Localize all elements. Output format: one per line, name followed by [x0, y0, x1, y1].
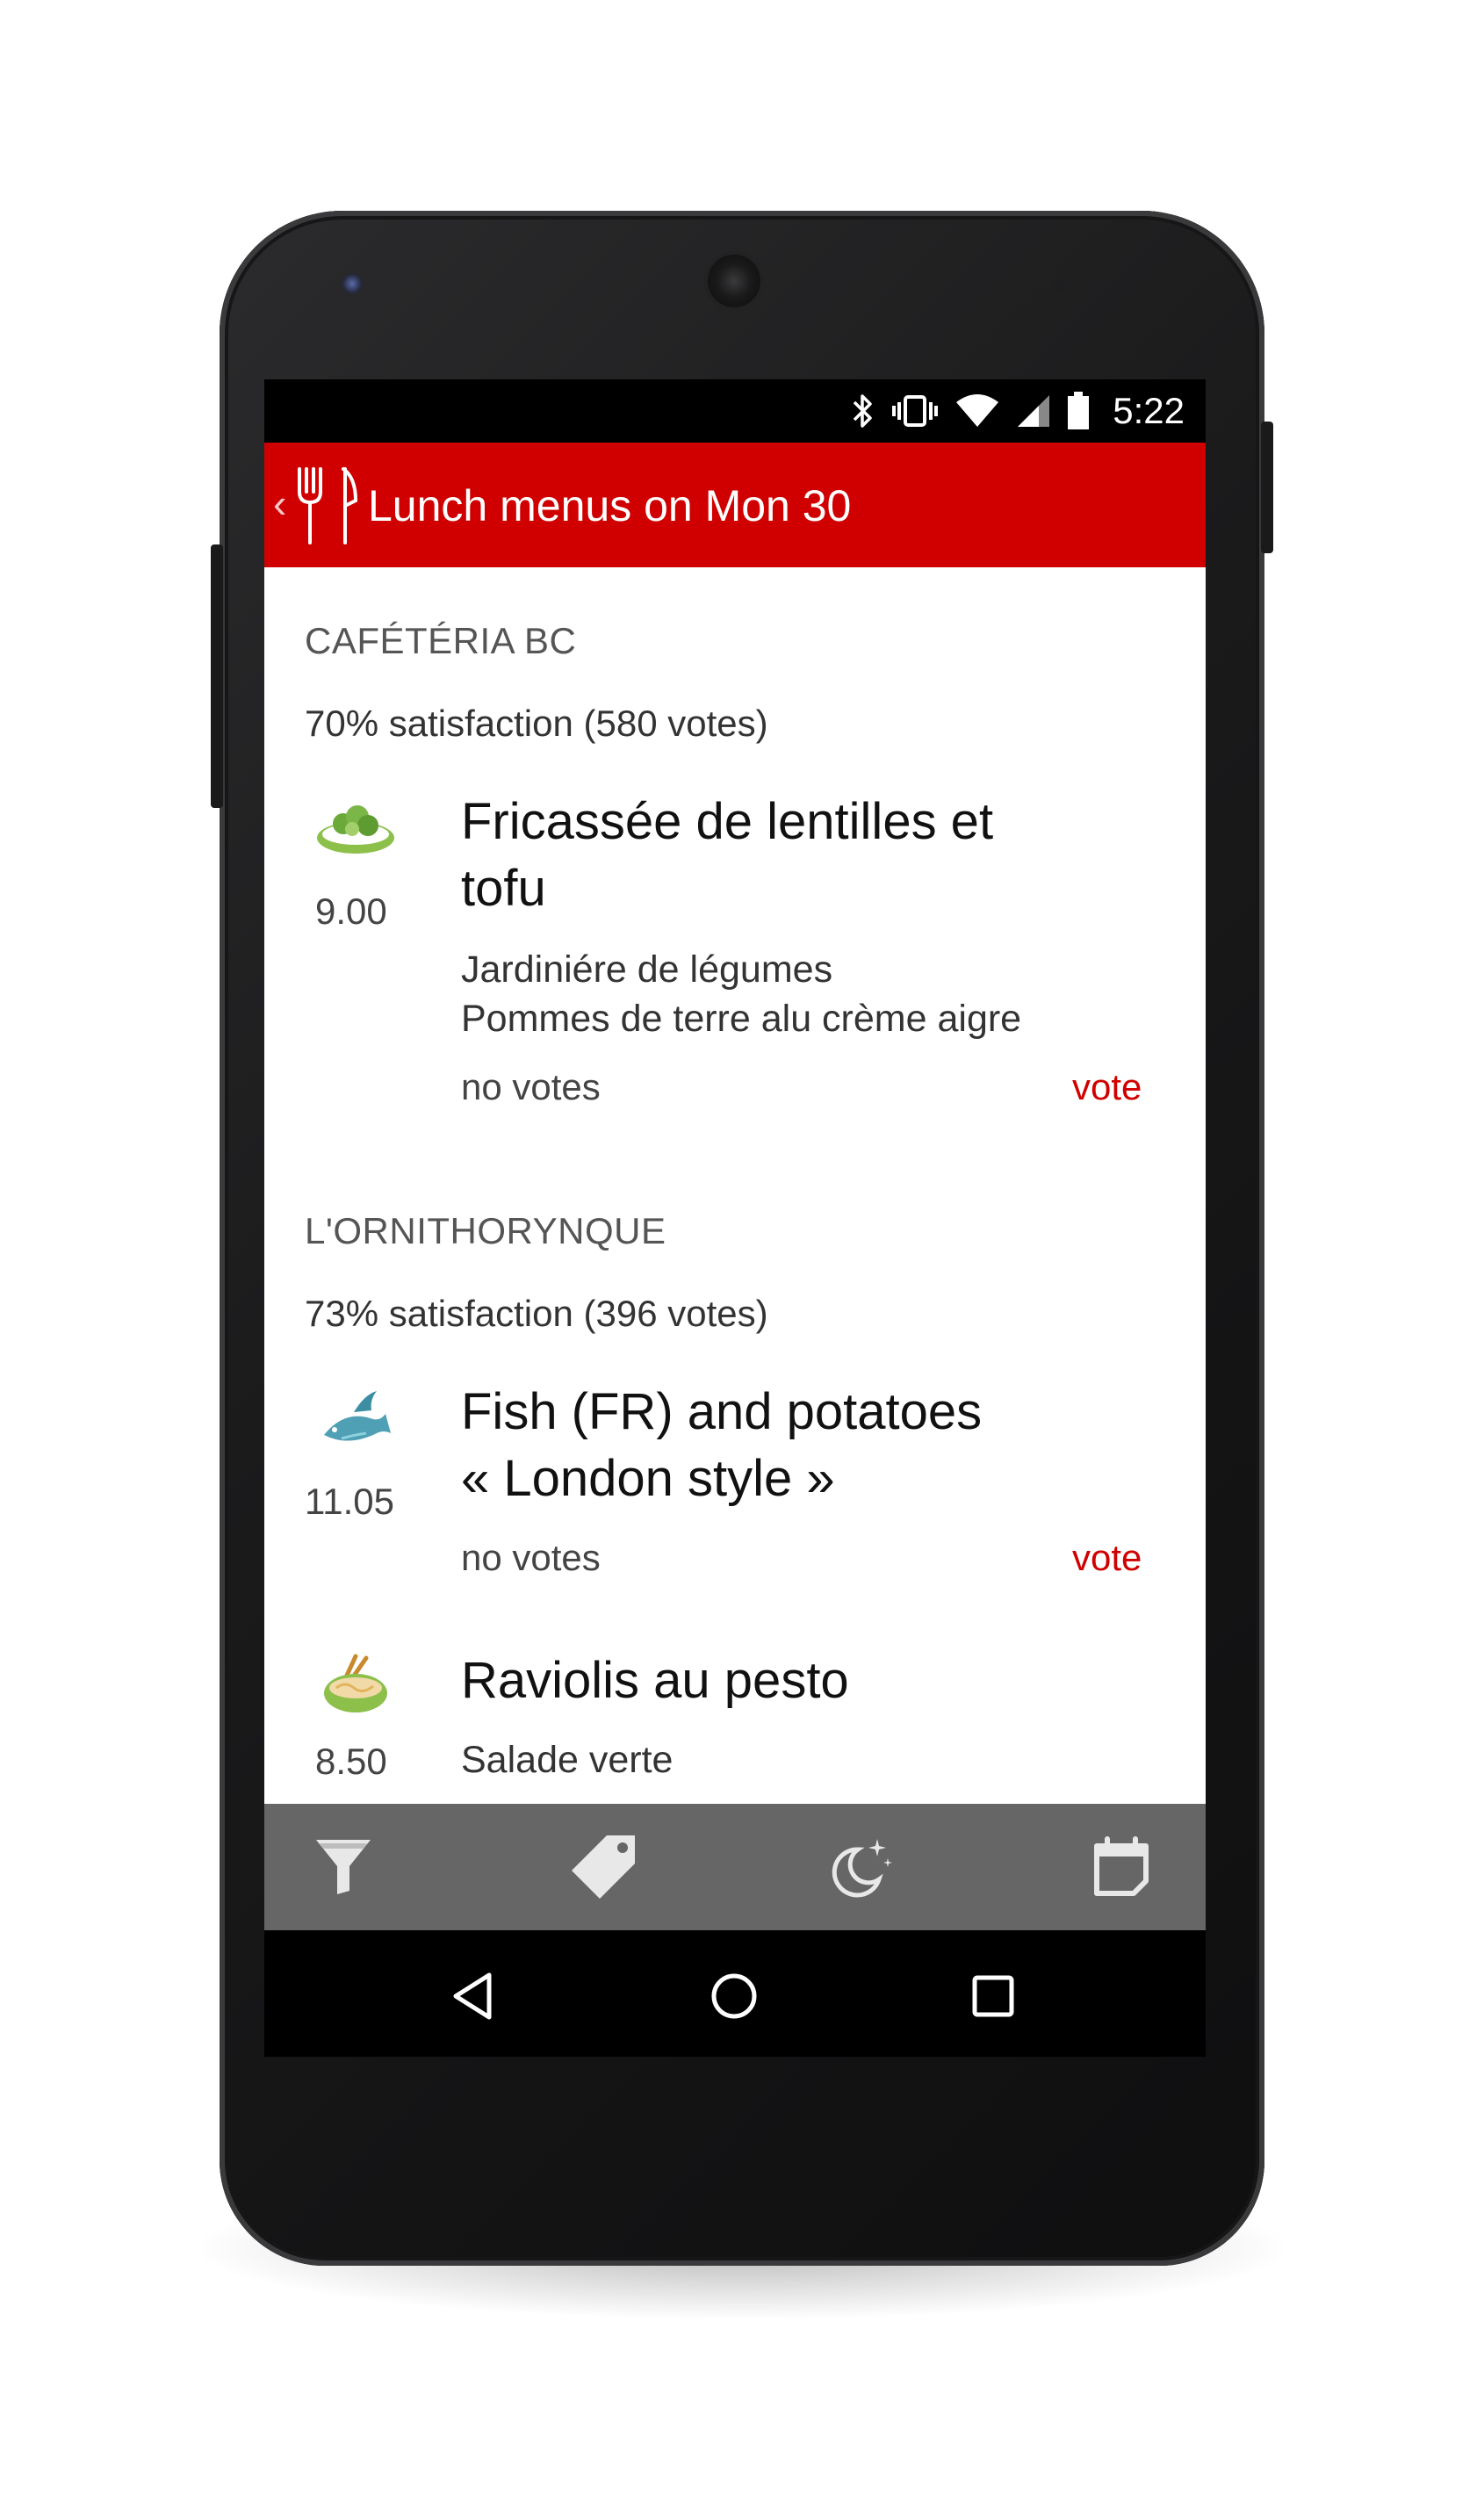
- status-icons: 5:22: [849, 388, 1185, 434]
- restaurant-satisfaction: 70% satisfaction (580 votes): [305, 703, 768, 744]
- dish-vote-count: no votes: [461, 1537, 601, 1578]
- dish-name: Raviolis au pesto: [461, 1652, 849, 1709]
- side-dish: Pommes de terre alu crème aigre: [461, 998, 1022, 1040]
- menu-list[interactable]: CAFÉTÉRIA BC 70% satisfaction (580 votes…: [264, 567, 1206, 1804]
- page-title: Lunch menus on Mon 30: [368, 481, 852, 530]
- fork-knife-icon[interactable]: [294, 465, 359, 551]
- recents-square-icon[interactable]: [962, 1965, 1024, 2027]
- app-bar: ‹ Lunch menus on Mon 30: [264, 443, 1206, 567]
- salad-icon: [315, 803, 396, 862]
- bluetooth-icon: [849, 392, 875, 430]
- front-camera: [342, 274, 362, 293]
- signal-icon: [1016, 393, 1051, 429]
- dish-name: Fish (FR) and potatoes: [461, 1383, 983, 1440]
- dish-name-continued: tofu: [461, 860, 546, 917]
- light-sensor: [1089, 281, 1101, 293]
- status-time: 5:22: [1113, 390, 1185, 431]
- back-chevron-icon[interactable]: ‹: [273, 479, 286, 527]
- fish-icon: [319, 1389, 393, 1457]
- home-circle-icon[interactable]: [703, 1965, 765, 2027]
- dish-price: 11.05: [305, 1481, 394, 1522]
- volume-button: [211, 544, 223, 808]
- calendar-icon[interactable]: [1086, 1832, 1156, 1902]
- proximity-sensor: [1054, 281, 1066, 293]
- restaurant-name: L'ORNITHORYNQUE: [305, 1210, 666, 1251]
- side-dish: Salade verte: [461, 1739, 674, 1781]
- wifi-icon: [955, 393, 1000, 429]
- vote-button[interactable]: vote: [1072, 1537, 1142, 1579]
- dish-price: 9.00: [315, 890, 387, 932]
- tag-icon[interactable]: [568, 1832, 638, 1902]
- battery-icon: [1067, 392, 1090, 430]
- restaurant-name: CAFÉTÉRIA BC: [305, 620, 577, 661]
- dish-name-continued: « London style »: [461, 1450, 835, 1507]
- power-button: [1261, 422, 1273, 553]
- screen: 5:22 ‹ Lunch menus on Mon 30 CAFÉTÉRIA B…: [264, 379, 1206, 2057]
- back-triangle-icon[interactable]: [444, 1965, 506, 2027]
- vibrate-icon: [891, 392, 939, 430]
- vote-button[interactable]: vote: [1072, 1066, 1142, 1108]
- status-bar: 5:22: [264, 379, 1206, 443]
- filter-icon[interactable]: [308, 1832, 378, 1902]
- bottom-toolbar: [264, 1804, 1206, 1930]
- navigation-bar: [264, 1930, 1206, 2057]
- noodle-bowl-icon: [321, 1653, 391, 1722]
- dish-name: Fricassée de lentilles et: [461, 793, 994, 850]
- restaurant-satisfaction: 73% satisfaction (396 votes): [305, 1293, 768, 1334]
- dish-price: 8.50: [315, 1741, 387, 1782]
- dish-vote-count: no votes: [461, 1066, 601, 1107]
- side-dish: Jardiniére de légumes: [461, 948, 833, 991]
- night-moon-icon[interactable]: [826, 1832, 897, 1902]
- earpiece-speaker: [708, 255, 760, 307]
